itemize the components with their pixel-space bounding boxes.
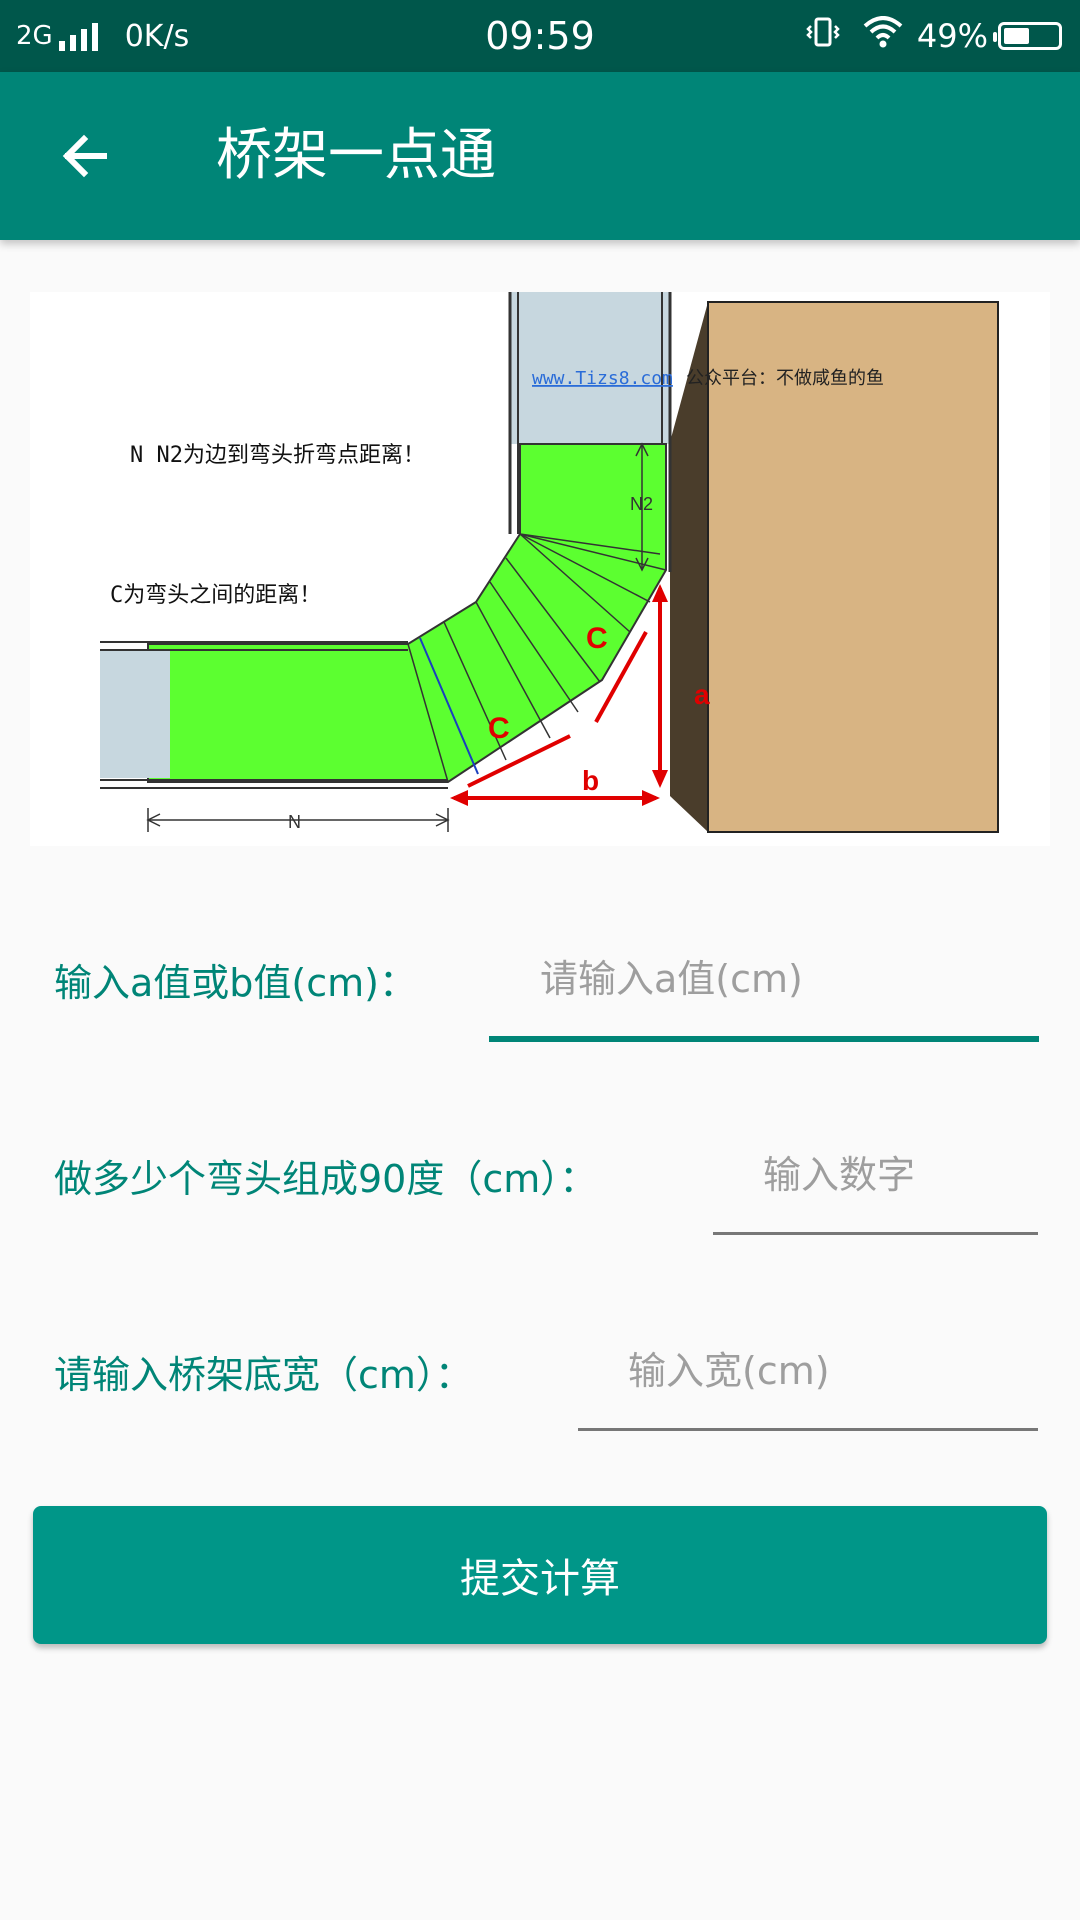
elbow-count-input-underline: [713, 1232, 1038, 1235]
status-bar: 2G 0K/s 09:59 49%: [0, 0, 1080, 72]
label-a-or-b: 输入a值或b值(cm)：: [54, 961, 417, 1005]
label-n2: N2: [630, 494, 653, 514]
note-n: N N2为边到弯头折弯点距离！: [130, 443, 425, 468]
page-title: 桥架一点通: [216, 123, 496, 188]
label-b: b: [582, 765, 599, 796]
label-n: N: [288, 812, 301, 832]
watermark-url: www.Tizs8.com: [532, 368, 673, 389]
wifi-icon: [863, 16, 903, 56]
back-button[interactable]: [44, 116, 124, 196]
submit-button[interactable]: 提交计算: [33, 1506, 1047, 1644]
a-or-b-input-underline: [489, 1036, 1039, 1042]
watermark-text: 公众平台：不做咸鱼的鱼: [686, 368, 884, 389]
a-or-b-input[interactable]: [490, 946, 1038, 1012]
label-c-upper: C: [586, 622, 608, 655]
battery-fill: [1004, 28, 1029, 44]
tray-width-input-underline: [578, 1428, 1038, 1431]
tray-width-input[interactable]: [578, 1338, 1038, 1404]
cable-tray-diagram: N2 a b C C N N N2为边到弯头折弯点距离！ C为弯头之间的距离！ …: [30, 292, 1050, 846]
label-c-lower: C: [488, 712, 510, 745]
app-bar: 桥架一点通: [0, 72, 1080, 240]
battery-icon: [993, 22, 1062, 50]
label-tray-width: 请输入桥架底宽（cm）：: [54, 1353, 473, 1397]
arrow-left-icon: [62, 134, 107, 178]
elbow-count-input[interactable]: [713, 1142, 1038, 1208]
label-a: a: [694, 679, 710, 710]
battery-percent: 49%: [916, 17, 988, 55]
status-right: 49%: [805, 0, 1062, 72]
label-elbow-count: 做多少个弯头组成90度（cm）：: [54, 1157, 598, 1201]
note-c: C为弯头之间的距离！: [110, 583, 321, 608]
vibrate-icon: [805, 14, 841, 58]
